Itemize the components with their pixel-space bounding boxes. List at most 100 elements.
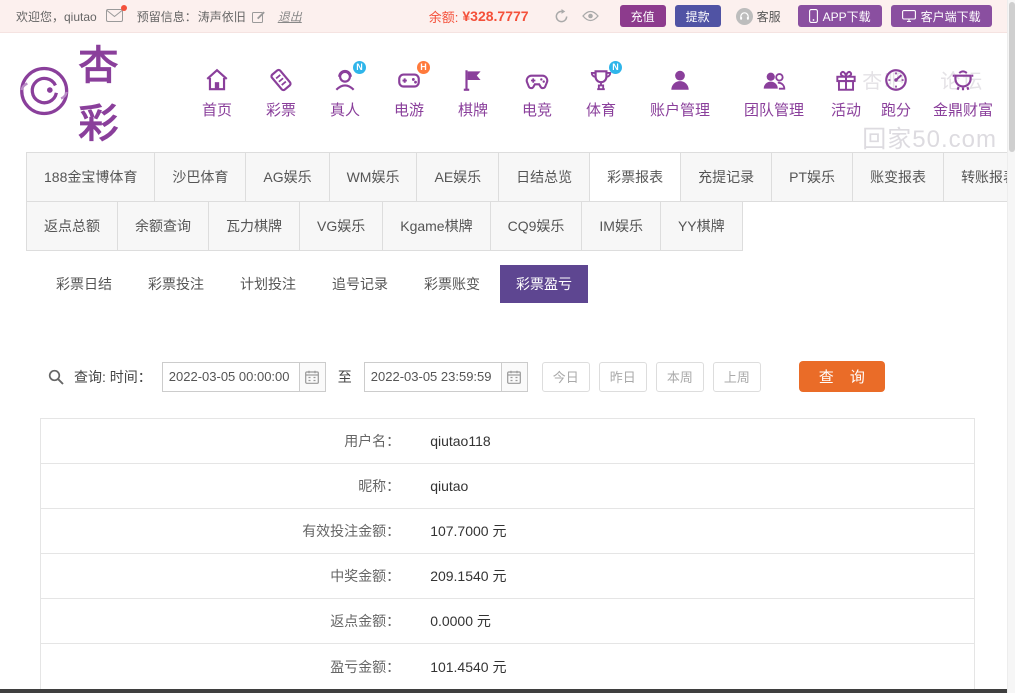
tab-wali[interactable]: 瓦力棋牌 bbox=[208, 201, 300, 251]
tab-yy[interactable]: YY棋牌 bbox=[660, 201, 743, 251]
row-label: 昵称： bbox=[41, 464, 414, 508]
phone-icon bbox=[809, 9, 818, 23]
nav-label-wealth: 金鼎财富 bbox=[933, 99, 993, 120]
headset-icon bbox=[736, 8, 753, 25]
esports-icon bbox=[523, 66, 551, 94]
refresh-icon[interactable] bbox=[552, 6, 572, 26]
tab-188jinbaobo[interactable]: 188金宝博体育 bbox=[26, 152, 155, 202]
nav-label-egame: 电游 bbox=[394, 99, 424, 120]
tab-shaba[interactable]: 沙巴体育 bbox=[154, 152, 246, 202]
row-label: 返点金额： bbox=[41, 599, 414, 643]
tab-zhuanzhang[interactable]: 转账报表 bbox=[943, 152, 1015, 202]
nav-label-home: 首页 bbox=[202, 99, 232, 120]
tab-fandian[interactable]: 返点总额 bbox=[26, 201, 118, 251]
tab-ag[interactable]: AG娱乐 bbox=[245, 152, 329, 202]
chess-flag-icon bbox=[459, 66, 487, 94]
row-value: 209.1540 元 bbox=[414, 554, 974, 598]
footer-strip bbox=[0, 689, 1015, 693]
subtab-plan-bets[interactable]: 计划投注 bbox=[224, 265, 312, 303]
nav-label-chess: 棋牌 bbox=[458, 99, 488, 120]
balance-label: 余额: bbox=[429, 7, 459, 26]
nav-item-team[interactable]: 团队管理 bbox=[727, 62, 821, 120]
tab-im[interactable]: IM娱乐 bbox=[581, 201, 661, 251]
nav-item-esports[interactable]: 电竞 bbox=[505, 62, 569, 120]
nav-item-live[interactable]: N 真人 bbox=[313, 62, 377, 120]
app-download-label: APP下载 bbox=[823, 8, 871, 25]
recharge-button[interactable]: 充值 bbox=[620, 5, 666, 27]
scrollbar-thumb[interactable] bbox=[1009, 2, 1015, 152]
mail-notification-dot bbox=[121, 5, 127, 11]
app-download-button[interactable]: APP下载 bbox=[798, 5, 882, 27]
query-submit-button[interactable]: 查 询 bbox=[799, 361, 885, 392]
nav-label-activity: 活动 bbox=[831, 99, 861, 120]
tab-chongti[interactable]: 充提记录 bbox=[680, 152, 772, 202]
nav-item-chess[interactable]: 棋牌 bbox=[441, 62, 505, 120]
brand-logo[interactable]: 杏彩 bbox=[18, 33, 157, 149]
quick-yesterday-button[interactable]: 昨日 bbox=[599, 362, 647, 392]
lottery-subtabs: 彩票日结 彩票投注 计划投注 追号记录 彩票账变 彩票盈亏 bbox=[0, 251, 1015, 303]
tab-lottery-report[interactable]: 彩票报表 bbox=[589, 152, 681, 202]
subtab-account-change[interactable]: 彩票账变 bbox=[408, 265, 496, 303]
nav-item-sports[interactable]: N 体育 bbox=[569, 62, 633, 120]
logout-link[interactable]: 退出 bbox=[278, 8, 302, 25]
tab-zhangbian[interactable]: 账变报表 bbox=[852, 152, 944, 202]
tabs-row-2: 返点总额 余额查询 瓦力棋牌 VG娱乐 Kgame棋牌 CQ9娱乐 IM娱乐 Y… bbox=[26, 201, 989, 251]
tabs-row-1: 188金宝博体育 沙巴体育 AG娱乐 WM娱乐 AE娱乐 日结总览 彩票报表 充… bbox=[26, 152, 989, 202]
start-date-group bbox=[162, 362, 326, 392]
tab-wm[interactable]: WM娱乐 bbox=[329, 152, 418, 202]
vertical-scrollbar[interactable] bbox=[1007, 0, 1015, 693]
subtab-bets[interactable]: 彩票投注 bbox=[132, 265, 220, 303]
end-date-input[interactable] bbox=[364, 362, 502, 392]
eye-icon[interactable] bbox=[581, 6, 601, 26]
nav-item-home[interactable]: 首页 bbox=[185, 62, 249, 120]
reserved-info-label: 预留信息： bbox=[137, 8, 197, 25]
nav-item-wealth[interactable]: 金鼎财富 bbox=[921, 62, 1005, 120]
nav-label-team: 团队管理 bbox=[744, 99, 804, 120]
table-row-valid-bet: 有效投注金额： 107.7000 元 bbox=[41, 509, 974, 554]
tab-vg[interactable]: VG娱乐 bbox=[299, 201, 383, 251]
live-dealer-icon: N bbox=[331, 66, 359, 94]
slot-game-icon: H bbox=[395, 66, 423, 94]
subtab-daily[interactable]: 彩票日结 bbox=[40, 265, 128, 303]
sports-trophy-icon: N bbox=[587, 66, 615, 94]
end-calendar-icon[interactable] bbox=[502, 362, 528, 392]
withdraw-button[interactable]: 提款 bbox=[675, 5, 721, 27]
tab-cq9[interactable]: CQ9娱乐 bbox=[490, 201, 583, 251]
subtab-chase[interactable]: 追号记录 bbox=[316, 265, 404, 303]
table-row-username: 用户名： qiutao118 bbox=[41, 419, 974, 464]
subtab-profit-loss[interactable]: 彩票盈亏 bbox=[500, 265, 588, 303]
client-download-button[interactable]: 客户端下载 bbox=[891, 5, 992, 27]
tab-rijie[interactable]: 日结总览 bbox=[498, 152, 590, 202]
quick-today-button[interactable]: 今日 bbox=[542, 362, 590, 392]
brand-logo-swirl-icon bbox=[18, 63, 70, 119]
client-download-label: 客户端下载 bbox=[921, 8, 981, 25]
nav-item-activity[interactable]: 活动 bbox=[821, 62, 871, 120]
tab-yue[interactable]: 余额查询 bbox=[117, 201, 209, 251]
nav-label-esports: 电竞 bbox=[522, 99, 552, 120]
nav-label-paofen: 跑分 bbox=[881, 99, 911, 120]
customer-service-link[interactable]: 客服 bbox=[736, 8, 781, 25]
reserved-info-value: 涛声依旧 bbox=[198, 8, 246, 25]
speedometer-icon bbox=[882, 66, 910, 94]
edit-icon[interactable] bbox=[249, 6, 269, 26]
nav-item-paofen[interactable]: 跑分 bbox=[871, 62, 921, 120]
header: 杏吧 论坛 回家50.com 杏彩 首页 彩票 bbox=[0, 33, 1015, 148]
tab-kgame[interactable]: Kgame棋牌 bbox=[382, 201, 490, 251]
mail-icon[interactable] bbox=[106, 9, 124, 23]
quick-thisweek-button[interactable]: 本周 bbox=[656, 362, 704, 392]
badge-new: N bbox=[609, 61, 622, 74]
balance-group: 余额: ¥328.7777 bbox=[429, 7, 529, 26]
nav-item-egame[interactable]: H 电游 bbox=[377, 62, 441, 120]
row-value: qiutao118 bbox=[414, 419, 974, 463]
nav-item-account[interactable]: 账户管理 bbox=[633, 62, 727, 120]
main-nav: 首页 彩票 N 真人 H 电游 棋牌 bbox=[185, 62, 1005, 120]
tab-pt[interactable]: PT娱乐 bbox=[771, 152, 853, 202]
monitor-icon bbox=[902, 10, 916, 23]
nav-item-lottery[interactable]: 彩票 bbox=[249, 62, 313, 120]
tab-ae[interactable]: AE娱乐 bbox=[416, 152, 499, 202]
quick-lastweek-button[interactable]: 上周 bbox=[713, 362, 761, 392]
profit-loss-table: 用户名： qiutao118 昵称： qiutao 有效投注金额： 107.70… bbox=[40, 418, 975, 690]
table-row-winning: 中奖金额： 209.1540 元 bbox=[41, 554, 974, 599]
start-date-input[interactable] bbox=[162, 362, 300, 392]
start-calendar-icon[interactable] bbox=[300, 362, 326, 392]
